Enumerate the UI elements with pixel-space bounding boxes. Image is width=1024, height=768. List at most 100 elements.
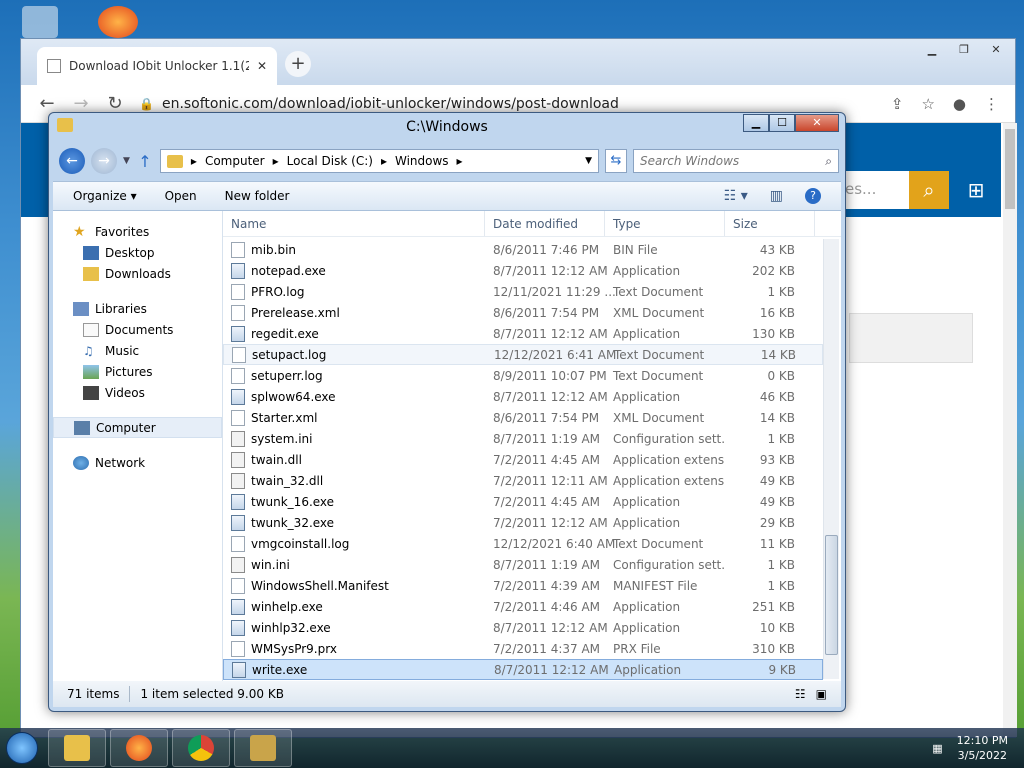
windows-logo-icon[interactable]: ⊞ (951, 171, 1001, 209)
organize-button[interactable]: Organize ▾ (73, 189, 137, 203)
file-row[interactable]: mib.bin 8/6/2011 7:46 PM BIN File 43 KB (223, 239, 823, 260)
nav-computer[interactable]: Computer (53, 417, 222, 438)
nav-documents[interactable]: Documents (53, 319, 222, 340)
address-dropdown-icon[interactable]: ▼ (585, 156, 592, 166)
file-date-cell: 8/7/2011 12:12 AM (493, 620, 608, 635)
file-row[interactable]: write.exe 8/7/2011 12:12 AM Application 9 K… (223, 659, 823, 680)
clock-date: 3/5/2022 (957, 749, 1008, 762)
forward-arrow-icon[interactable]: → (71, 93, 91, 114)
taskbar-chrome[interactable] (172, 729, 230, 767)
taskbar-firefox[interactable] (110, 729, 168, 767)
file-row[interactable]: PFRO.log 12/11/2021 11:29 ... Text Documen… (223, 281, 823, 302)
file-size-cell: 16 KB (759, 305, 795, 320)
change-view-icon[interactable]: ☷ ▾ (724, 188, 748, 204)
nav-favorites[interactable]: ★ Favorites (53, 221, 222, 242)
file-row[interactable]: splwow64.exe 8/7/2011 12:12 AM Application… (223, 386, 823, 407)
file-row[interactable]: twain_32.dll 7/2/2011 12:11 AM Application… (223, 470, 823, 491)
bookmark-star-icon[interactable]: ☆ (921, 95, 934, 113)
recent-pages-chevron-icon[interactable]: ▼ (123, 156, 130, 166)
nav-videos[interactable]: Videos (53, 382, 222, 403)
maximize-button[interactable]: ☐ (769, 114, 795, 132)
start-button[interactable] (0, 728, 44, 768)
column-type[interactable]: Type (605, 211, 725, 236)
scrollbar-thumb[interactable] (825, 535, 838, 655)
file-row[interactable]: twunk_32.exe 7/2/2011 12:12 AM Application… (223, 512, 823, 533)
menu-dots-icon[interactable]: ⋮ (984, 95, 999, 113)
up-arrow-icon[interactable]: ↑ (136, 152, 154, 171)
file-row[interactable]: vmgcoinstall.log 12/12/2021 6:40 AM Text D… (223, 533, 823, 554)
nav-libraries[interactable]: Libraries (53, 298, 222, 319)
close-tab-icon[interactable]: ✕ (257, 59, 267, 73)
minimize-button[interactable]: ▁ (743, 114, 769, 132)
file-row[interactable]: regedit.exe 8/7/2011 12:12 AM Application 1… (223, 323, 823, 344)
clock[interactable]: 12:10 PM 3/5/2022 (957, 733, 1008, 763)
breadcrumb-local-disk[interactable]: Local Disk (C:) (287, 154, 373, 168)
file-row[interactable]: notepad.exe 8/7/2011 12:12 AM Application 2… (223, 260, 823, 281)
file-row[interactable]: system.ini 8/7/2011 1:19 AM Configuration … (223, 428, 823, 449)
page-search-button[interactable]: ⌕ (909, 171, 949, 209)
nav-pictures[interactable]: Pictures (53, 361, 222, 382)
open-button[interactable]: Open (165, 189, 197, 203)
file-row[interactable]: setuperr.log 8/9/2011 10:07 PM Text Docume… (223, 365, 823, 386)
chrome-tab[interactable]: Download IObit Unlocker 1.1(20 ✕ (37, 47, 277, 85)
file-row[interactable]: win.ini 8/7/2011 1:19 AM Configuration set… (223, 554, 823, 575)
minimize-button[interactable]: ▁ (917, 41, 947, 59)
taskbar-iobit-unlocker[interactable] (234, 729, 292, 767)
firefox-desktop-icon[interactable] (98, 6, 138, 38)
profile-icon[interactable]: ● (953, 95, 966, 113)
search-box[interactable]: ⌕ (633, 149, 839, 173)
file-row[interactable]: WMSysPr9.prx 7/2/2011 4:37 AM PRX File 310 … (223, 638, 823, 659)
close-button[interactable]: ✕ (795, 114, 839, 132)
column-name[interactable]: Name (223, 211, 485, 236)
column-date-modified[interactable]: Date modified (485, 211, 605, 236)
new-folder-button[interactable]: New folder (225, 189, 290, 203)
back-button[interactable]: ← (59, 148, 85, 174)
file-row[interactable]: twunk_16.exe 7/2/2011 4:45 AM Application 4… (223, 491, 823, 512)
network-tray-icon[interactable]: ▦ (932, 742, 942, 755)
breadcrumb-separator[interactable]: ▸ (273, 154, 279, 168)
close-button[interactable]: ✕ (981, 41, 1011, 59)
page-scrollbar[interactable] (1003, 123, 1017, 737)
breadcrumb-computer[interactable]: Computer (205, 154, 265, 168)
breadcrumb-separator[interactable]: ▸ (457, 154, 463, 168)
search-input[interactable] (640, 154, 826, 168)
details-view-icon[interactable]: ☷ (795, 687, 806, 701)
back-arrow-icon[interactable]: ← (37, 93, 57, 114)
file-row[interactable]: twain.dll 7/2/2011 4:45 AM Application ext… (223, 449, 823, 470)
nav-music[interactable]: ♫ Music (53, 340, 222, 361)
preview-pane-icon[interactable]: ▥ (770, 188, 783, 204)
file-list-scrollbar[interactable] (823, 239, 839, 679)
file-row[interactable]: winhelp.exe 7/2/2011 4:46 AM Application 25… (223, 596, 823, 617)
file-row[interactable]: Prerelease.xml 8/6/2011 7:54 PM XML Docume… (223, 302, 823, 323)
nav-network[interactable]: Network (53, 452, 222, 473)
recycle-bin-icon[interactable] (22, 6, 58, 38)
breadcrumb[interactable]: ▸ Computer ▸ Local Disk (C:) ▸ Windows ▸… (159, 149, 599, 173)
help-icon[interactable]: ? (805, 188, 821, 204)
nav-downloads[interactable]: Downloads (53, 263, 222, 284)
reload-icon[interactable]: ↻ (105, 93, 125, 114)
application-file-icon (231, 493, 245, 510)
new-tab-button[interactable]: + (285, 51, 311, 77)
large-icons-view-icon[interactable]: ▣ (816, 687, 827, 701)
page-scrollbar-thumb[interactable] (1005, 129, 1015, 209)
nav-desktop[interactable]: Desktop (53, 242, 222, 263)
restore-button[interactable]: ❐ (949, 41, 979, 59)
application-file-icon (231, 262, 245, 279)
refresh-button[interactable]: ⇆ (605, 149, 627, 173)
breadcrumb-windows[interactable]: Windows (395, 154, 449, 168)
file-row[interactable]: setupact.log 12/12/2021 6:41 AM Text Docum… (223, 344, 823, 365)
breadcrumb-separator[interactable]: ▸ (191, 154, 197, 168)
column-size[interactable]: Size (725, 211, 815, 236)
breadcrumb-separator[interactable]: ▸ (381, 154, 387, 168)
taskbar-explorer[interactable] (48, 729, 106, 767)
search-icon[interactable]: ⌕ (825, 154, 832, 169)
file-row[interactable]: Starter.xml 8/6/2011 7:54 PM XML Document 1… (223, 407, 823, 428)
share-icon[interactable]: ⇪ (891, 95, 904, 113)
address-bar[interactable]: 🔒 en.softonic.com/download/iobit-unlocke… (139, 96, 877, 112)
file-name-cell: win.ini (223, 556, 485, 573)
file-row[interactable]: WindowsShell.Manifest 7/2/2011 4:39 AM MAN… (223, 575, 823, 596)
file-row[interactable]: winhlp32.exe 8/7/2011 12:12 AM Application… (223, 617, 823, 638)
document-file-icon (231, 535, 245, 552)
forward-button[interactable]: → (91, 148, 117, 174)
pictures-icon (83, 364, 99, 379)
